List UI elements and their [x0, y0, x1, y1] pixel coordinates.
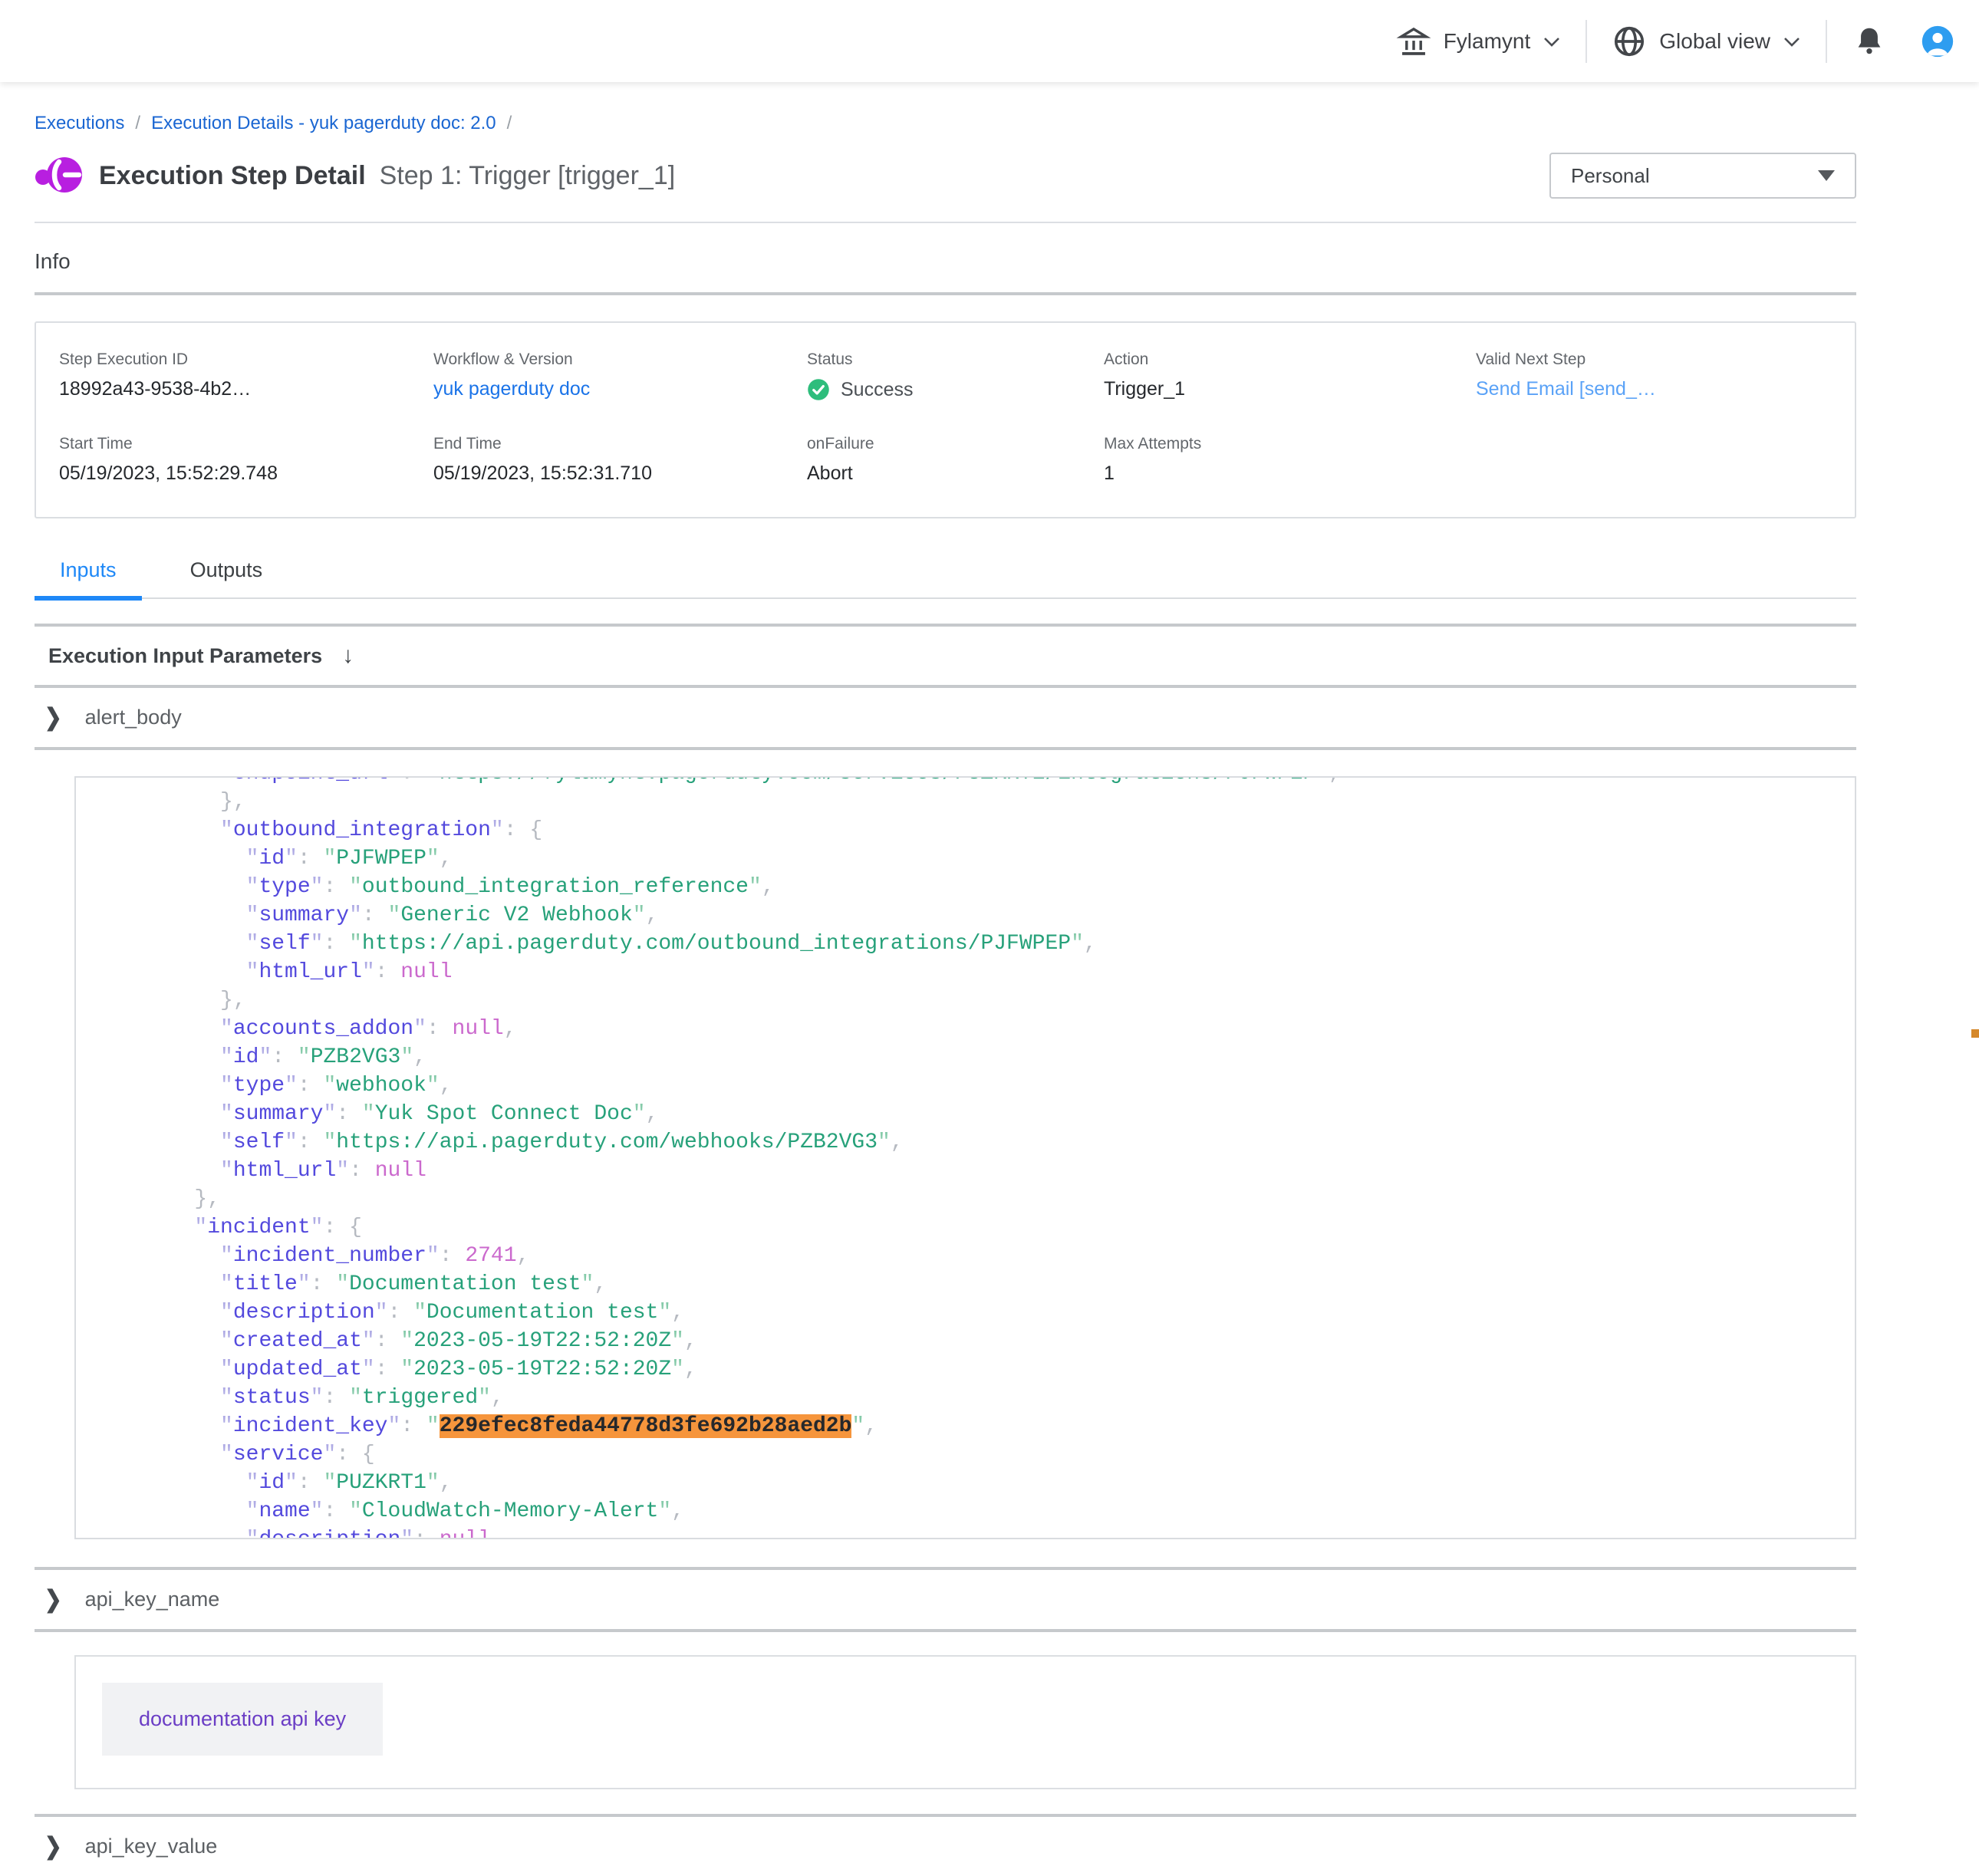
caret-down-icon: [1818, 170, 1835, 181]
field-on-failure: onFailure Abort: [807, 435, 1104, 485]
field-value: Trigger_1: [1104, 378, 1476, 400]
field-value: 1: [1104, 462, 1476, 485]
success-icon: [807, 378, 830, 401]
org-selector[interactable]: Fylamynt: [1396, 24, 1562, 59]
field-max-attempts: Max Attempts 1: [1104, 435, 1476, 485]
breadcrumb: Executions / Execution Details - yuk pag…: [35, 113, 1856, 134]
execution-input-parameters-header: Execution Input Parameters ↓: [35, 627, 1856, 685]
field-value: 18992a43-9538-4b2…: [59, 378, 433, 400]
param-name: alert_body: [85, 706, 182, 729]
chevron-down-icon: [1543, 29, 1561, 54]
view-selector[interactable]: Global view: [1612, 24, 1801, 59]
page-subtitle: Step 1: Trigger [trigger_1]: [380, 161, 676, 191]
field-label: Workflow & Version: [433, 351, 807, 369]
param-row-api-key-name[interactable]: ❯ api_key_name: [35, 1570, 1856, 1629]
alert-body-json-viewer[interactable]: "endpoint_url": "https://fylamynt.pagerd…: [74, 776, 1856, 1539]
breadcrumb-separator: /: [507, 113, 512, 134]
org-label: Fylamynt: [1444, 29, 1531, 54]
workflow-branch-icon: [35, 156, 84, 195]
section-divider: [35, 1629, 1856, 1632]
breadcrumb-link-execution-details[interactable]: Execution Details - yuk pagerduty doc: 2…: [151, 113, 496, 134]
param-row-api-key-value[interactable]: ❯ api_key_value: [35, 1817, 1856, 1876]
code-pre: "endpoint_url": "https://fylamynt.pagerd…: [76, 776, 1855, 1539]
info-section-heading: Info: [35, 249, 1856, 274]
field-label: End Time: [433, 435, 807, 453]
status-badge: Success: [807, 378, 1104, 401]
param-row-alert-body[interactable]: ❯ alert_body: [35, 688, 1856, 747]
api-key-name-value-box: documentation api key: [74, 1655, 1856, 1789]
info-divider: [35, 292, 1856, 295]
workflow-link[interactable]: yuk pagerduty doc: [433, 378, 807, 400]
field-label: Start Time: [59, 435, 433, 453]
param-name: api_key_value: [85, 1835, 218, 1858]
view-label: Global view: [1659, 29, 1770, 54]
scrollbar-match-marker: [1971, 1029, 1979, 1038]
main-content: Executions / Execution Details - yuk pag…: [0, 113, 1979, 1876]
field-end-time: End Time 05/19/2023, 15:52:31.710: [433, 435, 807, 485]
field-label: Valid Next Step: [1476, 351, 1832, 369]
field-value: 05/19/2023, 15:52:31.710: [433, 462, 807, 485]
next-step-link[interactable]: Send Email [send_…: [1476, 378, 1832, 400]
tab-inputs[interactable]: Inputs: [35, 558, 142, 601]
field-label: Status: [807, 351, 1104, 369]
topbar-divider: [1586, 20, 1587, 63]
chevron-down-icon: [1783, 29, 1801, 54]
field-value: 05/19/2023, 15:52:29.748: [59, 462, 433, 485]
field-label: Action: [1104, 351, 1476, 369]
field-valid-next-step: Valid Next Step Send Email [send_…: [1476, 351, 1832, 401]
step-info-card: Step Execution ID 18992a43-9538-4b2… Wor…: [35, 321, 1856, 518]
field-status: Status Success: [807, 351, 1104, 401]
field-label: Step Execution ID: [59, 351, 433, 369]
notifications-bell-icon[interactable]: [1852, 24, 1887, 59]
scope-selected-value: Personal: [1571, 164, 1650, 188]
header-divider: [35, 222, 1856, 223]
field-step-execution-id: Step Execution ID 18992a43-9538-4b2…: [59, 351, 433, 401]
topbar: Fylamynt Global view: [0, 0, 1979, 82]
chevron-right-icon: ❯: [44, 1586, 62, 1614]
topbar-divider: [1826, 20, 1827, 63]
tab-outputs[interactable]: Outputs: [165, 558, 288, 597]
section-divider: [35, 747, 1856, 750]
page-title: Execution Step Detail: [99, 161, 366, 191]
io-tabs: Inputs Outputs: [35, 558, 1856, 599]
params-title: Execution Input Parameters: [48, 644, 322, 668]
chevron-right-icon: ❯: [44, 704, 62, 732]
chevron-right-icon: ❯: [44, 1833, 62, 1861]
download-icon[interactable]: ↓: [342, 643, 354, 669]
status-text: Success: [841, 379, 913, 401]
globe-icon: [1612, 24, 1647, 59]
page-header: Execution Step Detail Step 1: Trigger [t…: [35, 153, 1856, 199]
user-avatar[interactable]: [1921, 25, 1954, 58]
scope-select[interactable]: Personal: [1549, 153, 1856, 199]
field-label: Max Attempts: [1104, 435, 1476, 453]
breadcrumb-separator: /: [135, 113, 140, 134]
field-start-time: Start Time 05/19/2023, 15:52:29.748: [59, 435, 433, 485]
field-value: Abort: [807, 462, 1104, 485]
breadcrumb-link-executions[interactable]: Executions: [35, 113, 124, 134]
field-action: Action Trigger_1: [1104, 351, 1476, 401]
bank-icon: [1396, 24, 1431, 59]
api-key-name-chip: documentation api key: [102, 1683, 383, 1756]
field-label: onFailure: [807, 435, 1104, 453]
field-workflow-version: Workflow & Version yuk pagerduty doc: [433, 351, 807, 401]
param-name: api_key_name: [85, 1588, 220, 1611]
